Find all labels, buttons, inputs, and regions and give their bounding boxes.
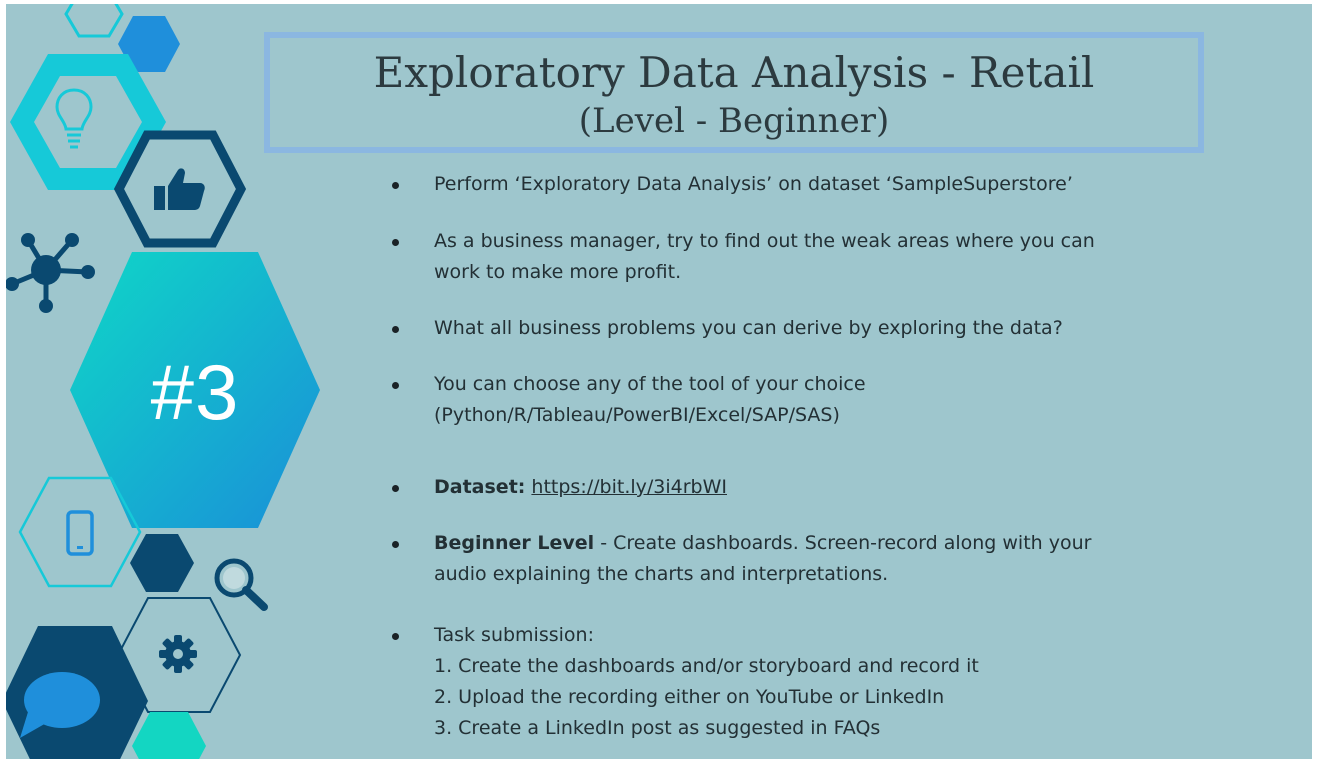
- bullet-dot: [392, 326, 399, 333]
- bullet-text: Task submission: 1. Create the dashboard…: [434, 620, 1284, 744]
- chat-bubble-icon: [18, 668, 102, 742]
- bullet-text: As a business manager, try to find out t…: [434, 226, 1284, 288]
- bullet-line: 1. Create the dashboards and/or storyboa…: [434, 655, 979, 677]
- bullet-line: audio explaining the charts and interpre…: [434, 563, 889, 585]
- bullet-text: Dataset: https://bit.ly/3i4rbWI: [434, 472, 1284, 503]
- bullet-text: Beginner Level - Create dashboards. Scre…: [434, 528, 1284, 590]
- bullet-dot: [392, 239, 399, 246]
- bullet-dot: [392, 541, 399, 548]
- phone-icon: [66, 510, 94, 556]
- bullet-line: As a business manager, try to find out t…: [434, 230, 1095, 252]
- thumbs-up-icon: [152, 166, 206, 212]
- bullet-line: Task submission:: [434, 624, 594, 646]
- lightbulb-icon: [54, 86, 94, 154]
- bullet-line: Dataset: https://bit.ly/3i4rbWI: [434, 472, 1284, 503]
- bullet-line: 2. Upload the recording either on YouTub…: [434, 686, 945, 708]
- outline-hexagon-top: [64, 4, 124, 38]
- bullet-line: work to make more profit.: [434, 261, 682, 283]
- navy-hexagon-small: [130, 534, 194, 592]
- bullet-dot: [392, 182, 399, 189]
- teal-hexagon-bottom: [132, 712, 206, 759]
- slide: #3 Exploratory Data Analysis - Retail (L…: [6, 4, 1312, 759]
- beginner-level-label: Beginner Level: [434, 532, 595, 554]
- gear-icon: [158, 634, 198, 674]
- slide-number: #3: [150, 348, 240, 436]
- dataset-link[interactable]: https://bit.ly/3i4rbWI: [531, 476, 727, 498]
- bullet-line: (Python/R/Tableau/PowerBI/Excel/SAP/SAS): [434, 404, 840, 426]
- bullet-text: You can choose any of the tool of your c…: [434, 369, 1284, 431]
- bullet-line: 3. Create a LinkedIn post as suggested i…: [434, 717, 881, 739]
- title-box: Exploratory Data Analysis - Retail (Leve…: [264, 32, 1204, 153]
- bullet-text: What all business problems you can deriv…: [434, 313, 1284, 344]
- bullet-line: Beginner Level - Create dashboards. Scre…: [434, 528, 1284, 559]
- bullet-dot: [392, 382, 399, 389]
- slide-subtitle: (Level - Beginner): [578, 101, 890, 141]
- bullet-dot: [392, 633, 399, 640]
- bullet-text: Perform ‘Exploratory Data Analysis’ on d…: [434, 169, 1284, 200]
- beginner-level-text: - Create dashboards. Screen-record along…: [594, 532, 1092, 554]
- dataset-label: Dataset:: [434, 476, 526, 498]
- bullet-line: Perform ‘Exploratory Data Analysis’ on d…: [434, 173, 1073, 195]
- bullet-line: You can choose any of the tool of your c…: [434, 373, 866, 395]
- bullet-dot: [392, 485, 399, 492]
- bullet-line: What all business problems you can deriv…: [434, 317, 1063, 339]
- slide-title: Exploratory Data Analysis - Retail: [373, 48, 1095, 97]
